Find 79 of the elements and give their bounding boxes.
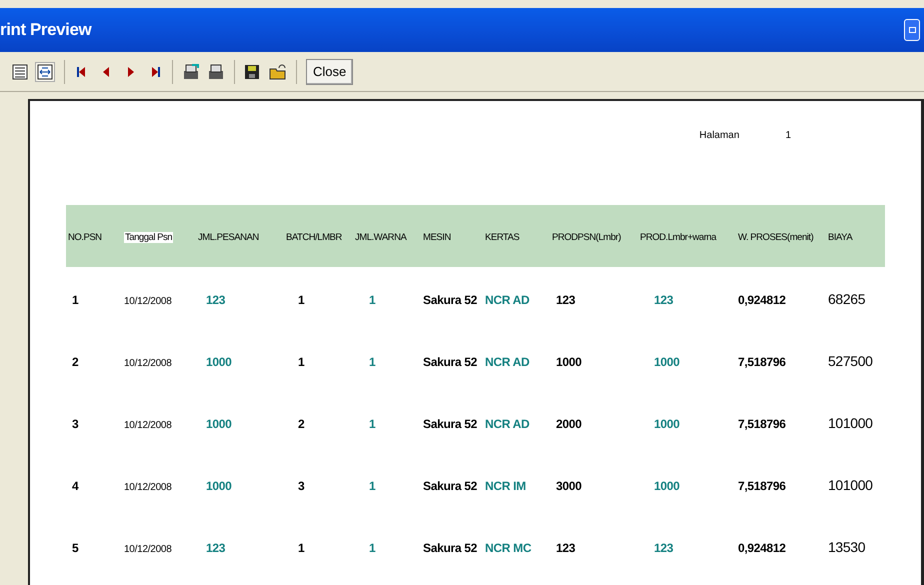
table-cell-text: 123 bbox=[555, 292, 576, 309]
table-cell-text: Sakura 52 bbox=[423, 292, 478, 309]
column-header: PRODPSN(Lmbr) bbox=[552, 232, 621, 243]
table-cell-text: 2 bbox=[297, 416, 304, 433]
first-page-icon[interactable] bbox=[74, 64, 88, 78]
table-cell-text: 1 bbox=[297, 292, 304, 309]
table-cell-text: 2 bbox=[71, 354, 78, 371]
column-header: MESIN bbox=[423, 232, 451, 243]
table-cell-text: 1000 bbox=[205, 416, 232, 433]
table-cell-text: 101000 bbox=[828, 414, 873, 433]
column-header: JML.PESANAN bbox=[198, 232, 259, 243]
last-page-icon[interactable] bbox=[149, 64, 163, 78]
table-cell-text: 10/12/2008 bbox=[124, 543, 172, 557]
column-header: NO.PSN bbox=[68, 232, 102, 243]
column-header: KERTAS bbox=[485, 232, 520, 243]
table-cell-text: 4 bbox=[71, 478, 78, 495]
table-cell-text: NCR AD bbox=[485, 354, 530, 371]
table-cell-text: 123 bbox=[205, 292, 226, 309]
column-header: JML.WARNA bbox=[355, 232, 406, 243]
table-cell-text: 1 bbox=[368, 354, 376, 371]
table-cell-text: 1 bbox=[71, 292, 78, 309]
table-cell-text: NCR AD bbox=[485, 292, 530, 309]
table-cell-text: 10/12/2008 bbox=[124, 357, 172, 371]
close-button[interactable]: Close bbox=[306, 58, 354, 84]
column-header: BATCH/LMBR bbox=[286, 232, 342, 243]
page-label: Halaman bbox=[699, 129, 740, 143]
table-cell-text: 1 bbox=[297, 354, 304, 371]
table-cell-text: 1000 bbox=[653, 478, 680, 495]
table-cell-text: 0,924812 bbox=[738, 540, 786, 557]
table-cell-text: 13530 bbox=[828, 538, 866, 557]
table-cell-text: 1000 bbox=[653, 416, 680, 433]
column-header: W. PROSES(menit) bbox=[738, 232, 814, 243]
column-header: PROD.Lmbr+warna bbox=[640, 232, 716, 243]
open-folder-icon[interactable] bbox=[269, 64, 287, 80]
table-cell-text: 7,518796 bbox=[738, 478, 786, 495]
table-cell-text: 68265 bbox=[828, 290, 866, 309]
table-cell-text: 7,518796 bbox=[738, 354, 786, 371]
table-cell-text: 1 bbox=[297, 540, 304, 557]
printer-icon[interactable] bbox=[207, 62, 225, 80]
fit-page-icon[interactable] bbox=[35, 62, 55, 82]
column-header: Tanggal Psn bbox=[124, 232, 174, 243]
table-cell-text: 0,924812 bbox=[738, 292, 786, 309]
column-header: BIAYA bbox=[828, 232, 852, 243]
table-cell-text: 3000 bbox=[555, 478, 582, 495]
table-cell-text: 1000 bbox=[653, 354, 680, 371]
table-cell-text: NCR MC bbox=[485, 540, 532, 557]
printer-icon[interactable] bbox=[182, 62, 200, 80]
table-cell-text: 1 bbox=[368, 416, 376, 433]
table-cell-text: Sakura 52 bbox=[423, 354, 478, 371]
table-cell-text: 1 bbox=[368, 478, 376, 495]
table-cell-text: 123 bbox=[555, 540, 576, 557]
table-cell-text: 527500 bbox=[828, 352, 873, 371]
table-cell-text: 123 bbox=[653, 540, 674, 557]
table-cell-text: 7,518796 bbox=[738, 416, 786, 433]
table-cell-text: Sakura 52 bbox=[423, 416, 478, 433]
table-cell-text: 10/12/2008 bbox=[124, 481, 172, 495]
table-cell-text: 3 bbox=[297, 478, 304, 495]
table-cell-text: 1 bbox=[368, 540, 376, 557]
list-icon[interactable] bbox=[12, 64, 28, 80]
table-cell-text: 1000 bbox=[205, 478, 232, 495]
table-cell-text: 101000 bbox=[828, 476, 873, 495]
table-cell-text: NCR IM bbox=[485, 478, 526, 495]
table-cell-text: NCR AD bbox=[485, 416, 530, 433]
table-cell-text: 5 bbox=[71, 540, 78, 557]
save-icon[interactable] bbox=[244, 64, 260, 80]
window-title: rint Preview bbox=[0, 19, 92, 42]
table-cell-text: 3 bbox=[71, 416, 78, 433]
page-number: 1 bbox=[785, 129, 791, 143]
table-cell-text: Sakura 52 bbox=[423, 540, 478, 557]
table-cell-text: 10/12/2008 bbox=[124, 419, 172, 433]
restore-button[interactable] bbox=[904, 19, 920, 41]
table-cell-text: 123 bbox=[205, 540, 226, 557]
table-cell-text: Sakura 52 bbox=[423, 478, 478, 495]
table-cell-text: 1000 bbox=[555, 354, 582, 371]
table-cell-text: 2000 bbox=[555, 416, 582, 433]
table-cell-text: 1000 bbox=[205, 354, 232, 371]
table-cell-text: 123 bbox=[653, 292, 674, 309]
table-cell-text: 1 bbox=[368, 292, 376, 309]
table-cell-text: 10/12/2008 bbox=[124, 295, 172, 309]
